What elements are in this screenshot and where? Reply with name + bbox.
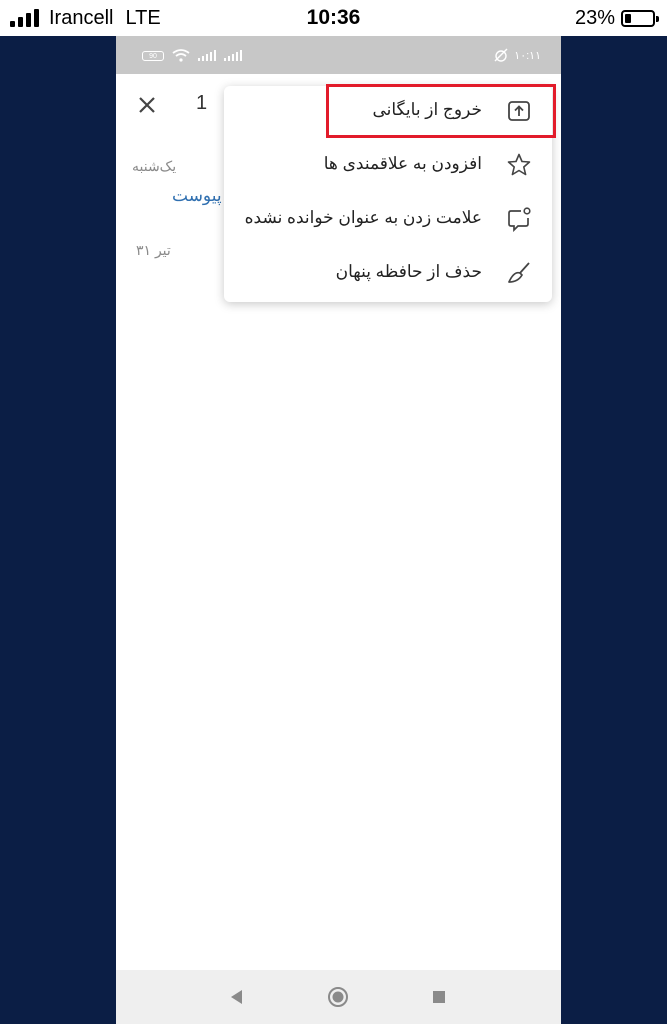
menu-item-label: علامت زدن به عنوان خوانده نشده [244,208,482,227]
cell-signal-icon [198,50,216,61]
menu-item-add-favorite[interactable]: افزودن به علاقمندی ها [224,140,552,188]
battery-level [625,13,631,23]
close-icon[interactable] [134,92,160,118]
battery-percent: 23% [574,6,615,29]
wifi-icon [172,49,190,62]
home-icon[interactable] [327,986,349,1008]
attachment-link[interactable]: پیوست [172,186,222,206]
cell-signal-2-icon [224,50,242,61]
battery-group: 23% [574,6,659,30]
status-time: 10:36 [306,6,361,29]
battery-icon [621,9,659,27]
broom-icon [508,262,530,283]
menu-item-mark-unread[interactable]: علامت زدن به عنوان خوانده نشده [224,194,552,242]
menu-item-label: حذف از حافظه پنهان [335,262,482,281]
back-icon[interactable] [226,986,248,1008]
email-day-label: یک‌شنبه [132,158,177,174]
star-icon [507,153,531,176]
recents-icon[interactable] [428,986,450,1008]
android-time: ۱۰:۱۱ [514,49,541,62]
ios-status-bar: Irancell LTE 10:36 23% [0,0,667,36]
highlight-box [326,84,556,138]
mark-unread-icon [508,207,531,232]
menu-item-label: افزودن به علاقمندی ها [323,154,482,173]
selected-count: 1 [196,92,208,114]
alarm-off-icon [494,48,508,62]
android-battery-icon: 90 [142,50,164,61]
email-date-label: ۳۱ تیر [136,242,171,258]
android-status-bar: 90 ۱۰:۱۱ [116,36,561,74]
menu-item-clear-cache[interactable]: حذف از حافظه پنهان [224,248,552,296]
android-nav-bar [116,970,561,1024]
